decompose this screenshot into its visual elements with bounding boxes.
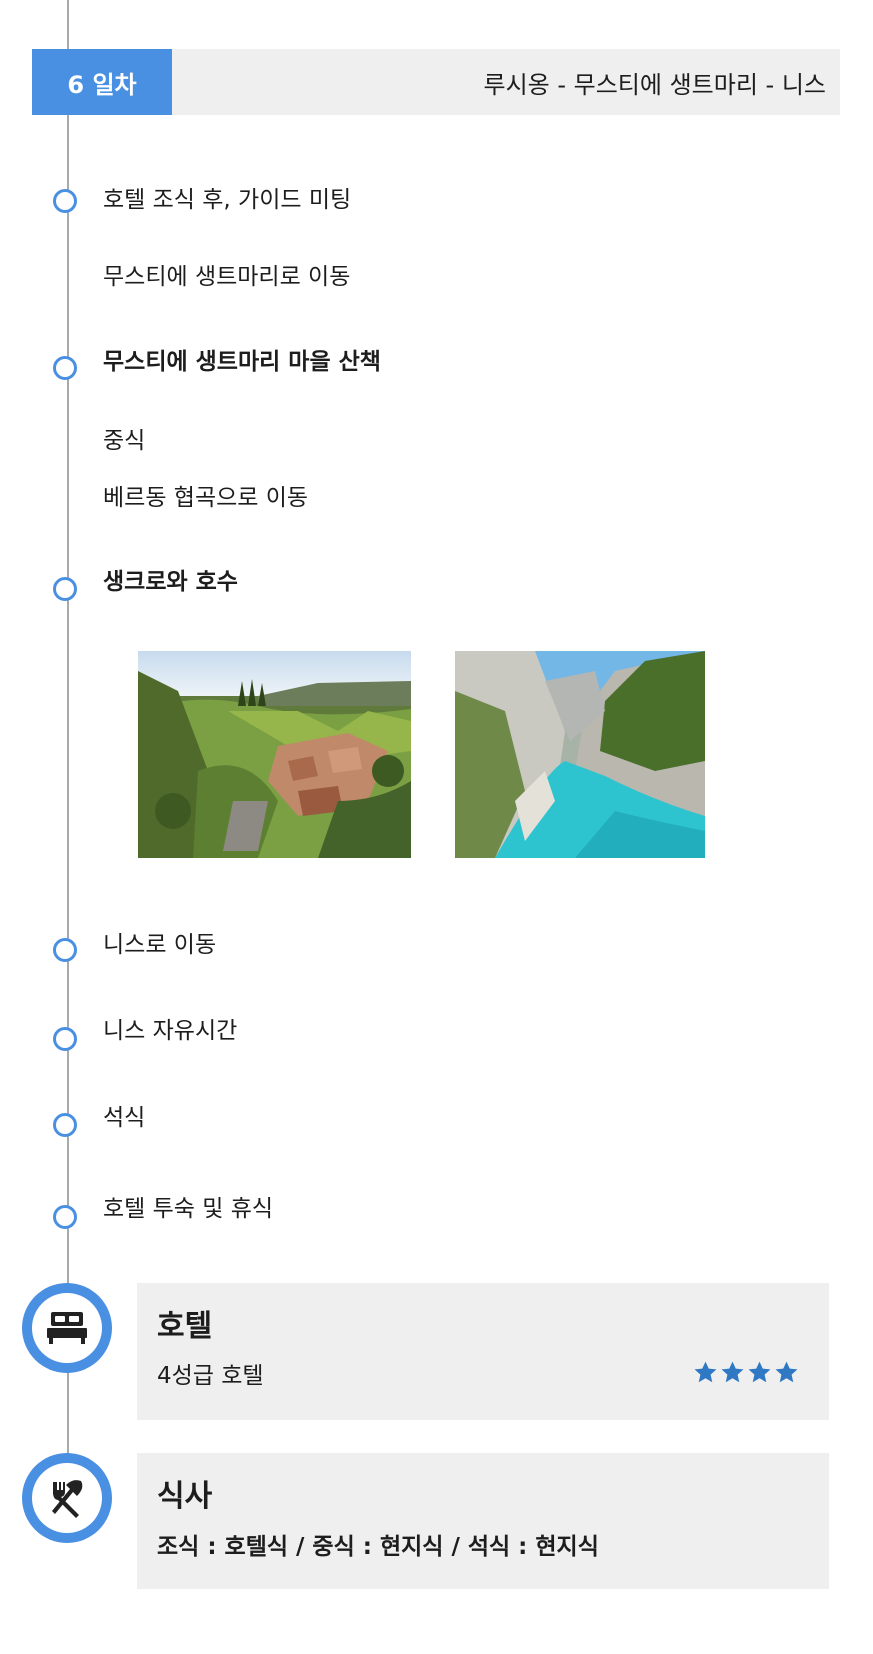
- canyon-lake-photo: [455, 651, 705, 858]
- timeline-dot: [53, 1027, 77, 1051]
- meal-detail: 조식 : 호텔식 / 중식 : 현지식 / 석식 : 현지식: [157, 1534, 599, 1560]
- timeline-dot: [53, 938, 77, 962]
- bed-icon: [47, 1312, 87, 1344]
- hotel-grade: 4성급 호텔: [157, 1363, 264, 1389]
- timeline-line: [67, 0, 69, 1465]
- village-hillside-photo: [138, 651, 411, 858]
- star-icon: [694, 1361, 717, 1383]
- timeline-dot: [53, 356, 77, 380]
- timeline-dot: [53, 1113, 77, 1137]
- meal-card: 식사 조식 : 호텔식 / 중식 : 현지식 / 석식 : 현지식: [137, 1453, 829, 1589]
- hotel-icon-badge: [22, 1283, 112, 1373]
- hotel-card: 호텔 4성급 호텔: [137, 1283, 829, 1420]
- timeline-dot: [53, 1205, 77, 1229]
- schedule-item: 호텔 조식 후, 가이드 미팅: [103, 187, 352, 213]
- hotel-title: 호텔: [157, 1309, 213, 1344]
- schedule-item: 생크로와 호수: [103, 569, 238, 595]
- schedule-item: 니스 자유시간: [103, 1018, 238, 1044]
- star-icon: [721, 1361, 744, 1383]
- schedule-item: 석식: [103, 1105, 146, 1131]
- meal-icon-badge: [22, 1453, 112, 1543]
- hotel-rating: [693, 1360, 799, 1385]
- star-icon: [748, 1361, 771, 1383]
- day-badge: 6 일차: [32, 49, 172, 115]
- schedule-item: 베르동 협곡으로 이동: [103, 485, 309, 511]
- star-icon: [775, 1361, 798, 1383]
- schedule-item: 무스티에 생트마리 마을 산책: [103, 349, 381, 375]
- timeline-dot: [53, 577, 77, 601]
- timeline-dot: [53, 189, 77, 213]
- schedule-item: 니스로 이동: [103, 932, 217, 958]
- fork-knife-icon: [52, 1480, 83, 1518]
- schedule-item: 무스티에 생트마리로 이동: [103, 264, 351, 290]
- meal-title: 식사: [157, 1479, 213, 1514]
- schedule-item: 호텔 투숙 및 휴식: [103, 1196, 274, 1222]
- day-header: 6 일차 루시옹 - 무스티에 생트마리 - 니스: [32, 49, 840, 115]
- day-route: 루시옹 - 무스티에 생트마리 - 니스: [483, 70, 826, 99]
- schedule-item: 중식: [103, 428, 146, 454]
